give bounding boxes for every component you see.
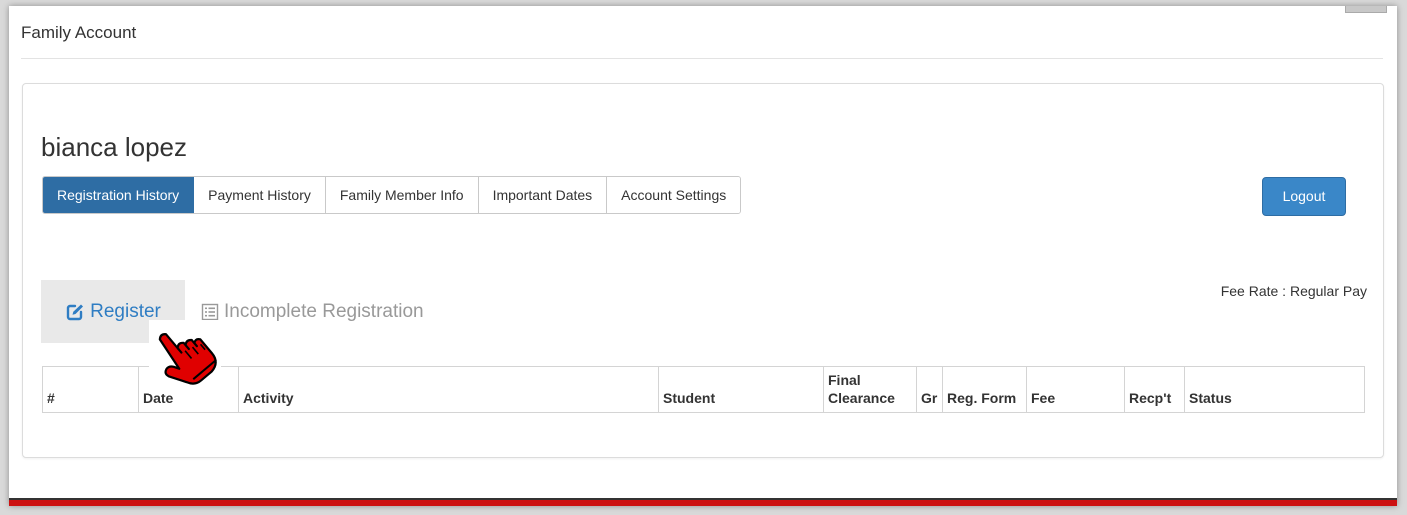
account-holder-name: bianca lopez: [41, 132, 187, 162]
tab-important-dates[interactable]: Important Dates: [478, 177, 608, 213]
registration-history-table: # Date Activity Student Final Clearance …: [42, 366, 1365, 413]
account-panel: bianca lopez Registration History Paymen…: [22, 83, 1384, 458]
column-header-reg-form[interactable]: Reg. Form: [942, 366, 1027, 413]
edit-icon: [65, 302, 85, 322]
column-header-status[interactable]: Status: [1184, 366, 1365, 413]
app-window: Family Account bianca lopez Registration…: [9, 6, 1397, 506]
column-header-final-clearance[interactable]: Final Clearance: [823, 366, 917, 413]
window-corner-tab: [1345, 6, 1387, 13]
tab-payment-history[interactable]: Payment History: [194, 177, 326, 213]
fee-rate-label: Fee Rate : Regular Pay: [1220, 283, 1367, 299]
hand-pointer-icon: [149, 320, 221, 394]
tab-family-member-info[interactable]: Family Member Info: [325, 177, 479, 213]
column-header-fee[interactable]: Fee: [1026, 366, 1125, 413]
column-header-activity[interactable]: Activity: [238, 366, 659, 413]
footer-red-bar: [9, 498, 1397, 506]
column-header-student[interactable]: Student: [658, 366, 824, 413]
incomplete-registration-label: Incomplete Registration: [224, 300, 424, 322]
logout-button[interactable]: Logout: [1262, 177, 1346, 216]
account-tabs: Registration History Payment History Fam…: [42, 176, 742, 214]
incomplete-registration-tab[interactable]: Incomplete Registration: [201, 280, 424, 343]
tab-registration-history[interactable]: Registration History: [43, 177, 195, 213]
title-divider: [21, 58, 1383, 59]
column-header-number[interactable]: #: [42, 366, 139, 413]
list-icon: [201, 303, 219, 321]
table-header-row: # Date Activity Student Final Clearance …: [42, 366, 1365, 413]
page-title: Family Account: [21, 23, 137, 42]
tab-account-settings[interactable]: Account Settings: [607, 177, 741, 213]
column-header-grade[interactable]: Gr: [916, 366, 943, 413]
column-header-receipt[interactable]: Recp't: [1124, 366, 1185, 413]
